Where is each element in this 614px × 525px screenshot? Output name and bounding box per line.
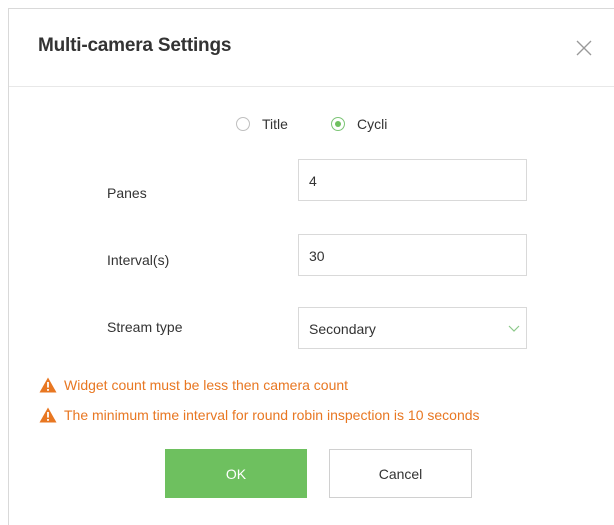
radio-title[interactable]: Title bbox=[236, 114, 288, 134]
interval-value: 30 bbox=[309, 248, 325, 264]
panes-label: Panes bbox=[107, 185, 147, 201]
warning-message-1: Widget count must be less then camera co… bbox=[39, 376, 348, 394]
ok-button[interactable]: OK bbox=[165, 449, 307, 498]
close-button[interactable] bbox=[575, 39, 593, 57]
dialog-header: Multi-camera Settings bbox=[9, 9, 614, 87]
panes-input[interactable]: 4 bbox=[298, 159, 527, 201]
chevron-down-icon bbox=[508, 325, 520, 332]
warning-text-2: The minimum time interval for round robi… bbox=[64, 407, 480, 423]
stream-type-select[interactable]: Secondary bbox=[298, 307, 527, 349]
cancel-button[interactable]: Cancel bbox=[329, 449, 472, 498]
panes-value: 4 bbox=[309, 173, 317, 189]
radio-label-cycli: Cycli bbox=[357, 116, 388, 132]
radio-circle-cycli[interactable] bbox=[331, 117, 345, 131]
warning-text-1: Widget count must be less then camera co… bbox=[64, 377, 349, 393]
stream-type-value: Secondary bbox=[309, 321, 376, 337]
stream-type-label: Stream type bbox=[107, 319, 183, 335]
radio-cycli[interactable]: Cycli bbox=[331, 114, 387, 134]
interval-label: Interval(s) bbox=[107, 252, 170, 268]
radio-label-title: Title bbox=[262, 116, 288, 132]
multi-camera-settings-dialog: Multi-camera Settings Title Cycli Panes … bbox=[8, 8, 614, 525]
radio-circle-title[interactable] bbox=[236, 117, 250, 131]
warning-message-2: The minimum time interval for round robi… bbox=[39, 406, 480, 424]
dialog-title: Multi-camera Settings bbox=[38, 35, 232, 56]
warning-icon bbox=[39, 407, 57, 423]
interval-input[interactable]: 30 bbox=[298, 234, 527, 276]
close-icon bbox=[576, 40, 592, 56]
warning-icon bbox=[39, 377, 57, 393]
